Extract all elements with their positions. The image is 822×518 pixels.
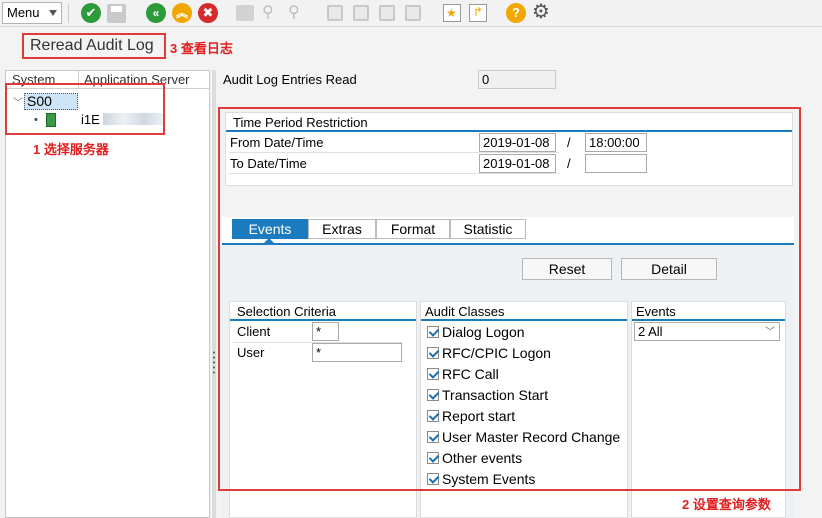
annotation-2: 2 设置查询参数 [682,497,771,512]
toolbar: Menu ✔ « ︽ ✖ ⚲ ⚲ ★ ↱ ? ⚙ [0,0,822,27]
annotation-3: 3 查看日志 [170,41,233,56]
cancel-icon[interactable]: ✖ [198,3,218,23]
prev-page-icon[interactable] [353,5,369,21]
find-icon[interactable]: ⚲ [262,5,280,21]
chevron-down-icon [49,10,57,16]
annotation-1: 1 选择服务器 [33,142,109,157]
splitter-grip-icon[interactable] [211,350,217,376]
exit-icon[interactable]: ︽ [172,3,192,23]
help-icon[interactable]: ? [506,3,526,23]
entries-read-value: 0 [478,70,556,89]
settings-icon[interactable]: ⚙ [532,2,552,22]
last-page-icon[interactable] [405,5,421,21]
find-next-icon[interactable]: ⚲ [288,5,306,21]
first-page-icon[interactable] [327,5,343,21]
splitter[interactable] [212,70,216,518]
bookmark-icon[interactable]: ★ [443,4,461,22]
save-check-icon[interactable]: ✔ [81,3,101,23]
print-icon[interactable] [236,5,254,21]
back-icon[interactable]: « [146,3,166,23]
next-page-icon[interactable] [379,5,395,21]
menu-label: Menu [7,5,40,20]
new-session-icon[interactable]: ↱ [469,4,487,22]
system-tree: System Application Server ﹀ S00 • i1E [5,70,210,518]
menu-button[interactable]: Menu [2,2,62,24]
annotation-box-1 [5,83,165,135]
annotation-box-2 [218,107,801,491]
toolbar-divider [68,4,69,23]
save-disk-icon[interactable] [107,4,126,23]
entries-read-label: Audit Log Entries Read [223,72,357,87]
reread-audit-log-button[interactable]: Reread Audit Log [22,33,166,59]
reread-label: Reread Audit Log [30,37,154,54]
